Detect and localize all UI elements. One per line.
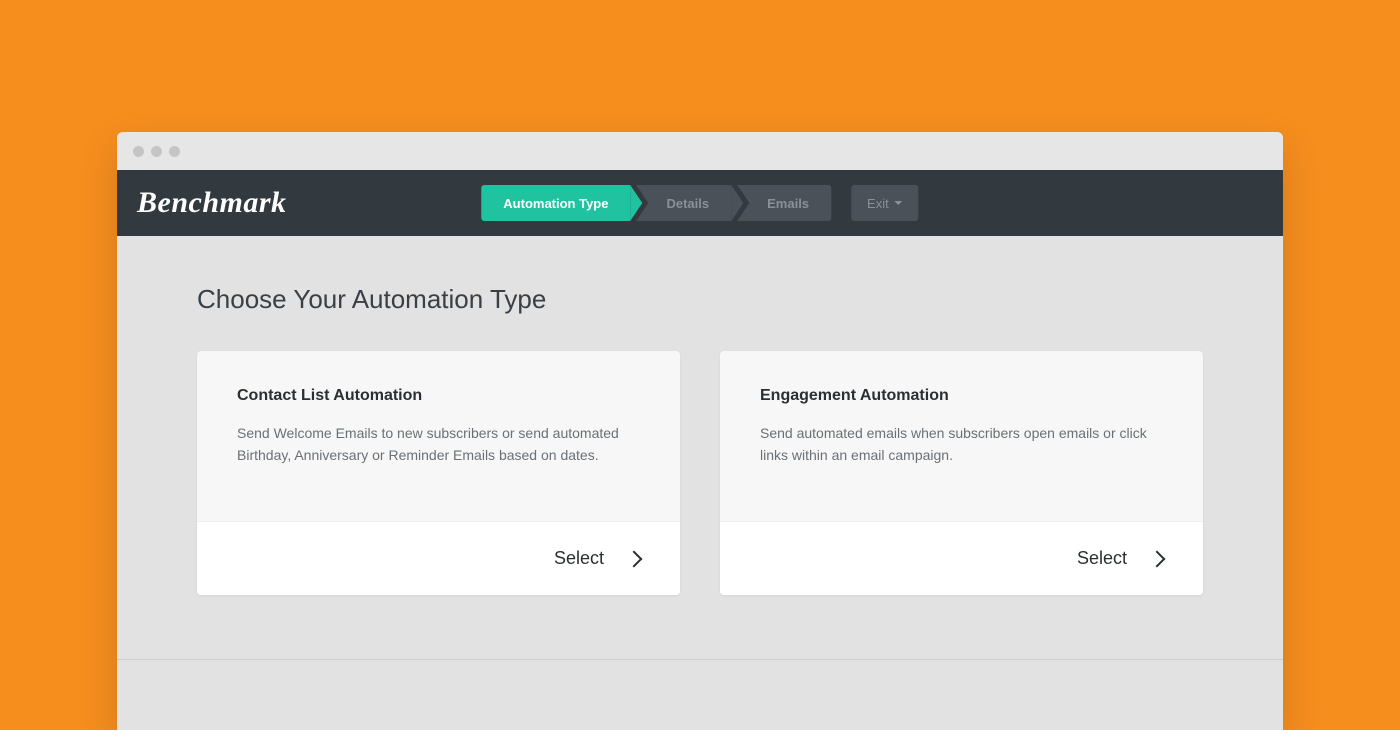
step-details[interactable]: Details — [636, 185, 731, 221]
step-emails[interactable]: Emails — [737, 185, 831, 221]
chevron-down-icon — [895, 201, 903, 205]
card-description: Send Welcome Emails to new subscribers o… — [237, 423, 640, 466]
horizontal-divider — [117, 659, 1283, 660]
select-label: Select — [554, 548, 604, 569]
browser-window: Benchmark Automation Type Details Emails… — [117, 132, 1283, 730]
chevron-right-icon — [1149, 550, 1166, 567]
exit-button[interactable]: Exit — [851, 185, 919, 221]
traffic-light-close-icon[interactable] — [133, 146, 144, 157]
wizard-steps: Automation Type Details Emails Exit — [481, 185, 918, 221]
main-content: Choose Your Automation Type Contact List… — [117, 236, 1283, 730]
brand-logo: Benchmark — [137, 186, 287, 220]
exit-label: Exit — [867, 196, 889, 211]
automation-type-cards: Contact List Automation Send Welcome Ema… — [197, 351, 1203, 595]
select-label: Select — [1077, 548, 1127, 569]
card-body: Contact List Automation Send Welcome Ema… — [197, 351, 680, 521]
card-title: Engagement Automation — [760, 387, 1163, 405]
card-body: Engagement Automation Send automated ema… — [720, 351, 1203, 521]
card-description: Send automated emails when subscribers o… — [760, 423, 1163, 466]
card-engagement-automation: Engagement Automation Send automated ema… — [720, 351, 1203, 595]
app-header: Benchmark Automation Type Details Emails… — [117, 170, 1283, 236]
select-contact-button[interactable]: Select — [197, 521, 680, 595]
browser-chrome — [117, 132, 1283, 170]
select-engagement-button[interactable]: Select — [720, 521, 1203, 595]
chevron-right-icon — [626, 550, 643, 567]
traffic-light-minimize-icon[interactable] — [151, 146, 162, 157]
page-title: Choose Your Automation Type — [197, 284, 1203, 315]
step-automation-type[interactable]: Automation Type — [481, 185, 630, 221]
card-title: Contact List Automation — [237, 387, 640, 405]
card-contact-list-automation: Contact List Automation Send Welcome Ema… — [197, 351, 680, 595]
traffic-light-zoom-icon[interactable] — [169, 146, 180, 157]
